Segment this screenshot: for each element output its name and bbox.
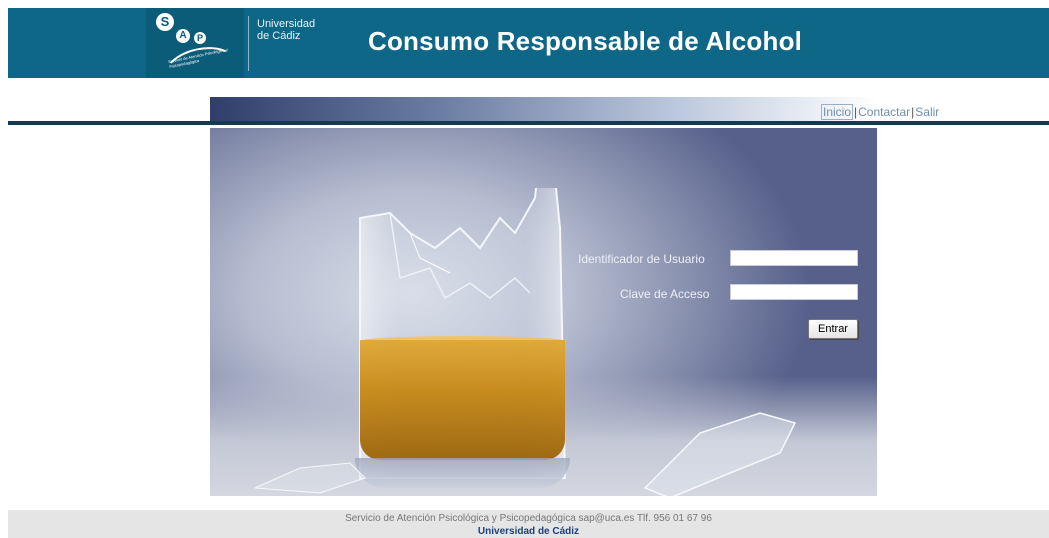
nav-band: [210, 97, 877, 121]
sap-logo[interactable]: S A P Servicio de Atención Psicológica y…: [146, 8, 244, 78]
password-input[interactable]: [730, 284, 858, 300]
password-label: Clave de Acceso: [620, 287, 710, 301]
nav-link-salir[interactable]: Salir: [915, 105, 939, 119]
footer-university: Universidad de Cádiz: [477, 526, 580, 537]
university-name[interactable]: Universidad de Cádiz: [257, 18, 337, 42]
university-line2: de Cádiz: [257, 30, 301, 42]
site-title: Consumo Responsable de Alcohol: [368, 26, 803, 56]
user-id-label: Identificador de Usuario: [578, 252, 705, 266]
glass-shard-left: [254, 462, 366, 494]
footer-contact: Servicio de Atención Psicológica y Psico…: [345, 513, 712, 524]
logo-letter-a: A: [176, 29, 190, 43]
nav-link-inicio[interactable]: Inicio: [821, 104, 854, 120]
nav-link-contactar[interactable]: Contactar: [858, 105, 910, 119]
university-line1: Universidad: [257, 18, 316, 30]
user-id-input[interactable]: [730, 250, 858, 266]
glass-base: [355, 458, 570, 488]
submit-button[interactable]: Entrar: [808, 319, 858, 339]
logo-divider: [248, 16, 249, 71]
top-nav: Inicio |Contactar|Salir: [821, 104, 939, 120]
glass-shard-right: [643, 412, 797, 496]
hero-image: [210, 128, 877, 496]
nav-separator: |: [911, 105, 915, 119]
logo-letter-p: P: [194, 32, 206, 44]
logo-letter-s: S: [156, 13, 174, 31]
nav-divider-line: [8, 121, 1049, 125]
site-footer: Servicio de Atención Psicológica y Psico…: [8, 510, 1049, 538]
site-header: S A P Servicio de Atención Psicológica y…: [8, 8, 1049, 78]
nav-separator: |: [854, 105, 858, 119]
liquid: [360, 340, 565, 460]
